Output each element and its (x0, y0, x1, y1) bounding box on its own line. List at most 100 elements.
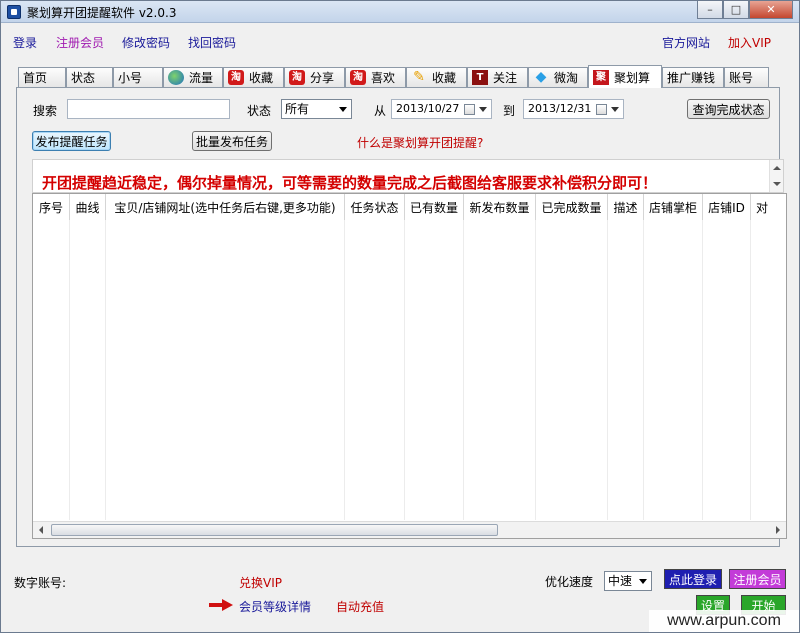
col-header-description[interactable]: 描述 (608, 194, 644, 220)
col-header-shop-id[interactable]: 店铺ID (703, 194, 751, 220)
tab-label: 收藏 (432, 71, 457, 85)
juhuasuan-panel: 搜索 状态 所有 从 2013/10/27 到 2013/12/31 查询完成状… (16, 87, 787, 547)
status-select-value: 所有 (285, 102, 310, 116)
official-site-link[interactable]: 官方网站 (662, 34, 710, 51)
scroll-left-icon[interactable] (39, 526, 43, 534)
chevron-down-icon (639, 579, 647, 584)
tab-like[interactable]: 淘喜欢 (345, 67, 406, 87)
chevron-down-icon (339, 107, 347, 112)
tab-label: 收藏 (249, 71, 274, 85)
change-password-link[interactable]: 修改密码 (122, 34, 170, 51)
col-header-new-published[interactable]: 新发布数量 (464, 194, 536, 220)
tab-label: 小号 (118, 71, 143, 85)
to-date-picker[interactable]: 2013/12/31 (523, 99, 624, 119)
to-label: 到 (503, 104, 516, 118)
table-body (33, 220, 773, 520)
tab-sub-accounts[interactable]: 小号 (113, 67, 163, 87)
scroll-up-icon[interactable] (773, 166, 781, 170)
register-member-button[interactable]: 注册会员 (729, 569, 786, 589)
tab-juhuasuan[interactable]: 聚聚划算 (588, 65, 662, 88)
tab-label: 喜欢 (371, 71, 396, 85)
col-header-task-status[interactable]: 任务状态 (345, 194, 405, 220)
chevron-down-icon[interactable] (611, 107, 619, 112)
col-header-url[interactable]: 宝贝/店铺网址(选中任务后右键,更多功能) (106, 194, 345, 220)
speed-select-value: 中速 (608, 574, 633, 588)
tab-label: 聚划算 (614, 70, 651, 85)
scrollbar-thumb[interactable] (51, 524, 498, 536)
maximize-button[interactable]: □ (723, 1, 749, 19)
notice-scrollbar[interactable] (769, 160, 783, 192)
batch-publish-button[interactable]: 批量发布任务 (192, 131, 272, 151)
calendar-icon[interactable] (596, 104, 607, 115)
tab-weitao[interactable]: ◆ 微淘 (528, 67, 588, 87)
col-header-shopkeeper[interactable]: 店铺掌柜 (644, 194, 703, 220)
from-date-value: 2013/10/27 (396, 102, 460, 115)
table-horizontal-scrollbar[interactable] (33, 521, 786, 538)
search-label: 搜索 (33, 104, 58, 118)
top-link-bar: 登录 注册会员 修改密码 找回密码 官方网站 加入VIP (13, 34, 777, 52)
tab-label: 状态 (71, 71, 96, 85)
tab-bar: 首页 状态 小号 流量 淘收藏 淘分享 淘喜欢 ✎ 收藏 T 关注 ◆ 微淘 聚聚划算… (18, 65, 770, 88)
tab-label: 推广赚钱 (667, 71, 716, 85)
tab-share[interactable]: 淘分享 (284, 67, 345, 87)
col-header-index[interactable]: 序号 (33, 194, 70, 220)
watermark: www.arpun.com (649, 610, 799, 632)
status-label: 状态 (247, 104, 272, 118)
exchange-vip-link[interactable]: 兑换VIP (239, 574, 282, 591)
tab-label: 流量 (189, 71, 214, 85)
tab-traffic[interactable]: 流量 (163, 67, 223, 87)
tab-taobao-favorite[interactable]: 淘收藏 (223, 67, 284, 87)
tab-status[interactable]: 状态 (66, 67, 113, 87)
tab-favorite[interactable]: ✎ 收藏 (406, 67, 467, 87)
tab-follow[interactable]: T 关注 (467, 67, 528, 87)
close-button[interactable]: ✕ (749, 1, 793, 19)
tab-label: 关注 (493, 71, 518, 85)
login-here-button[interactable]: 点此登录 (664, 569, 722, 589)
to-date-value: 2013/12/31 (528, 102, 592, 115)
tab-label: 首页 (23, 71, 48, 85)
from-date-picker[interactable]: 2013/10/27 (391, 99, 492, 119)
table-header: 序号 曲线 宝贝/店铺网址(选中任务后右键,更多功能) 任务状态 已有数量 新发… (33, 194, 773, 220)
publish-reminder-button[interactable]: 发布提醒任务 (32, 131, 111, 151)
search-input[interactable] (67, 99, 230, 119)
window-controls: – □ ✕ (697, 1, 793, 20)
tmall-icon: T (472, 70, 488, 85)
minimize-button[interactable]: – (697, 1, 723, 19)
ju-icon: 聚 (593, 69, 609, 85)
scroll-right-icon[interactable] (776, 526, 780, 534)
login-link[interactable]: 登录 (13, 34, 37, 51)
from-label: 从 (374, 104, 387, 118)
app-icon (7, 5, 21, 19)
title-bar: 聚划算开团提醒软件 v2.0.3 – □ ✕ (1, 1, 799, 23)
diamond-icon: ◆ (535, 69, 547, 85)
tab-label: 账号 (729, 71, 754, 85)
tab-label: 分享 (310, 71, 335, 85)
join-vip-link[interactable]: 加入VIP (728, 34, 771, 51)
notice-text: 开团提醒趋近稳定，偶尔掉量情况，可等需要的数量完成之后截图给客服要求补偿积分即可… (42, 174, 658, 192)
calendar-icon[interactable] (464, 104, 475, 115)
auto-recharge-link[interactable]: 自动充值 (336, 598, 384, 615)
tab-account[interactable]: 账号 (724, 67, 769, 87)
tab-promote[interactable]: 推广赚钱 (662, 67, 724, 87)
speed-select[interactable]: 中速 (604, 571, 652, 591)
tab-home[interactable]: 首页 (18, 67, 66, 87)
query-status-button[interactable]: 查询完成状态 (687, 99, 770, 119)
col-header-completed[interactable]: 已完成数量 (536, 194, 608, 220)
app-window: 聚划算开团提醒软件 v2.0.3 – □ ✕ 登录 注册会员 修改密码 找回密码… (0, 0, 800, 633)
what-is-link[interactable]: 什么是聚划算开团提醒? (357, 134, 483, 151)
chevron-down-icon[interactable] (479, 107, 487, 112)
tab-label: 微淘 (554, 71, 579, 85)
col-header-existing[interactable]: 已有数量 (405, 194, 464, 220)
member-level-link[interactable]: 会员等级详情 (239, 598, 311, 615)
col-header-more[interactable]: 对 (751, 194, 773, 220)
arrow-right-icon (209, 599, 233, 611)
taobao-icon: 淘 (350, 70, 366, 85)
task-table[interactable]: 序号 曲线 宝贝/店铺网址(选中任务后右键,更多功能) 任务状态 已有数量 新发… (32, 193, 787, 539)
col-header-curve[interactable]: 曲线 (70, 194, 106, 220)
status-select[interactable]: 所有 (281, 99, 352, 119)
taobao-icon: 淘 (289, 70, 305, 85)
scroll-down-icon[interactable] (773, 182, 781, 186)
recover-password-link[interactable]: 找回密码 (188, 34, 236, 51)
feather-icon: ✎ (413, 69, 425, 85)
register-link[interactable]: 注册会员 (56, 34, 104, 51)
